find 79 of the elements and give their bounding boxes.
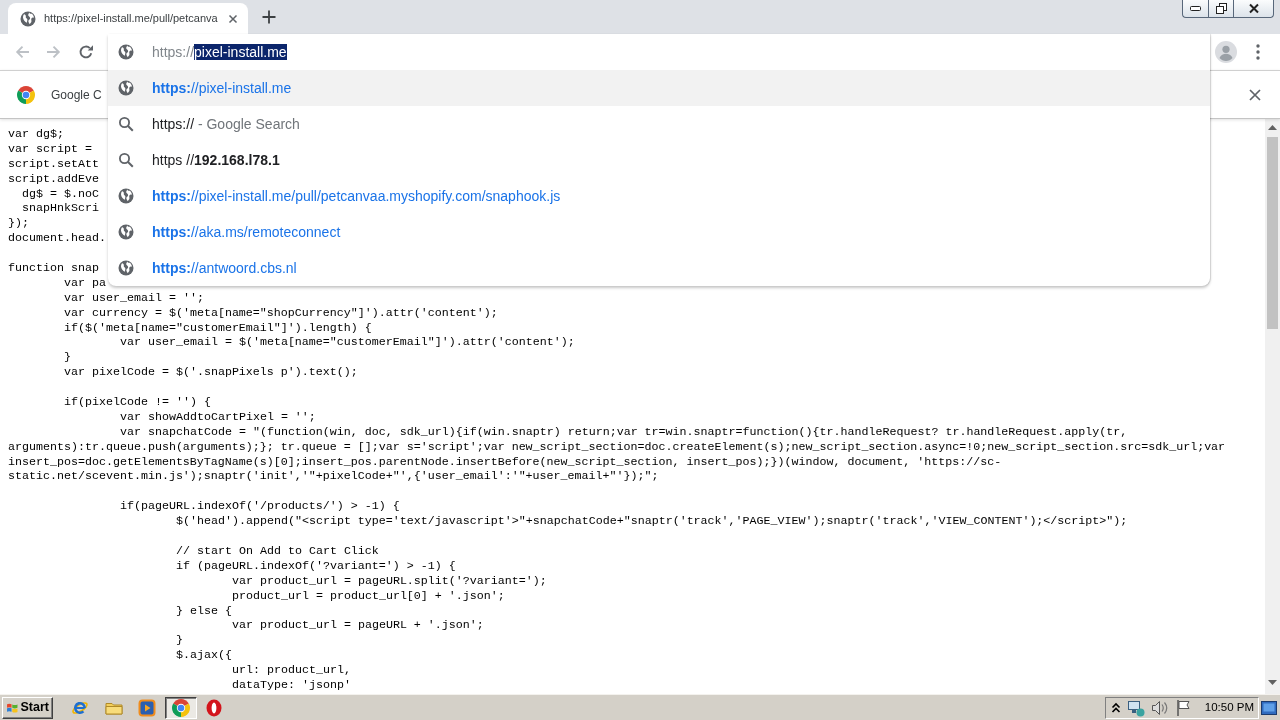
o-logo-icon	[205, 698, 223, 717]
suggestion-item[interactable]: https //192.168.l78.1	[108, 142, 1210, 178]
scrollbar-thumb[interactable]	[1267, 137, 1278, 329]
code-line: if(pixelCode != '') {	[64, 395, 211, 410]
code-line: var user_email = '';	[64, 290, 204, 305]
minimize-icon	[1190, 6, 1201, 11]
suggestion-item[interactable]: https:// - Google Search	[108, 106, 1210, 142]
clock-text: 10:50 PM	[1204, 699, 1254, 715]
code-line: var product_url = pageURL.split('?variant=');	[232, 573, 547, 588]
code-line: }	[64, 350, 71, 365]
code-line: script.setAtt	[8, 156, 99, 171]
code-line: dataType: 'jsonp'	[232, 677, 351, 692]
code-line: if($('meta[name="customerEmail"]').length) {	[64, 320, 372, 335]
browser-tab[interactable]: https://pixel-install.me/pull/petcanva	[8, 3, 248, 34]
browser-logo-icon	[17, 85, 35, 104]
infobar-text: Google C	[51, 86, 102, 104]
menu-icon[interactable]	[1256, 44, 1260, 60]
search-icon	[118, 116, 134, 132]
code-line: insert_pos=doc.getElementsByTagName(s)[0];insert_pos.parentNode.insertBefore(new_script_section, insert_pos);})(window, document, 'https://sc-	[8, 454, 1002, 469]
code-line: var product_url = pageURL + '.json';	[232, 618, 484, 633]
globe-icon	[20, 10, 36, 27]
code-line: static.net/scevent.min.js');snaptr('init','"+pixelCode+"',{'user_email':'"+user_email+"'});";	[8, 469, 659, 484]
restore-button[interactable]	[1208, 0, 1233, 18]
close-icon	[1247, 3, 1260, 14]
code-line: var pixelCode = $('.snapPixels p').text();	[64, 365, 358, 380]
code-line: var dg$;	[8, 127, 64, 141]
start-button[interactable]: Start	[2, 696, 53, 719]
suggestion-item[interactable]: https://pixel-install.me/pull/petcanvaa.myshopify.com/snaphook.js	[108, 178, 1210, 214]
code-line: var user_email = $('meta[name="customerEmail"]').attr('content');	[120, 335, 575, 350]
code-line: var pa	[64, 275, 106, 290]
code-line: arguments):tr.queue.push(arguments);}; tr.queue = [];var s='script';var new_script_section=doc.createElement(s);new_script_section.async=!0;new_script_section.src=sdk_url;var	[8, 439, 1226, 454]
globe-icon	[118, 80, 134, 96]
avatar-icon[interactable]	[1215, 41, 1237, 63]
up-arrow-icon[interactable]	[1268, 125, 1277, 130]
code-line: });	[8, 216, 29, 231]
close-icon[interactable]	[228, 13, 238, 24]
globe-icon	[118, 44, 134, 60]
speaker-icon[interactable]	[1150, 698, 1169, 717]
flag-icon[interactable]	[1174, 698, 1191, 717]
code-line: product_url = product_url[0] + '.json';	[232, 588, 505, 603]
code-line: var script =	[8, 141, 92, 156]
down-arrow-icon[interactable]	[1268, 680, 1277, 685]
globe-icon	[118, 188, 134, 204]
code-line: if(pageURL.indexOf('/products/') > -1) {	[120, 499, 400, 514]
code-line: var snapchatCode = "(function(win, doc, sdk_url){if(win.snaptr) return;var tr=win.snaptr=function(){tr.handleRequest? tr.handleRequest.apply(tr,	[120, 424, 1128, 439]
close-button[interactable]	[1233, 0, 1274, 18]
scrollbar[interactable]	[1265, 119, 1280, 694]
suggestion-item[interactable]: https://aka.ms/remoteconnect	[108, 214, 1210, 250]
restore-icon	[1215, 3, 1227, 14]
globe-icon	[118, 260, 134, 276]
code-line: // start On Add to Cart Click	[176, 543, 379, 558]
chevron-up-icon[interactable]	[1110, 701, 1121, 714]
code-line: if (pageURL.indexOf('?variant=') > -1) {	[176, 558, 456, 573]
globe-icon	[118, 224, 134, 240]
code-line: $('head').append("<script type='text/javascript'>"+snapchatCode+"snaptr('track','PAGE_VIEW');snaptr('track','VIEW_CONTENT');</script>");	[176, 514, 1128, 529]
code-line: function snap	[8, 261, 99, 275]
code-line: document.head.	[8, 231, 106, 246]
network-icon[interactable]	[1126, 698, 1145, 717]
taskbar-button[interactable]	[164, 696, 197, 719]
code-line: snapHnkScri	[22, 201, 99, 216]
code-line: } else {	[176, 603, 232, 618]
code-line: $.ajax({	[176, 648, 232, 663]
reload-icon[interactable]	[78, 44, 94, 60]
close-icon[interactable]	[1249, 88, 1261, 101]
browser-logo-icon	[171, 698, 190, 717]
suggestion-item[interactable]: https://pixel-install.me	[108, 70, 1210, 106]
address-field[interactable]: https://pixel-install.me	[108, 34, 1210, 70]
code-line: script.addEve	[8, 171, 99, 186]
code-line: var showAddtoCartPixel = '';	[120, 409, 316, 424]
play-icon	[138, 698, 156, 717]
code-line: dg$ = $.noC	[22, 186, 99, 201]
suggestion-item[interactable]: https://antwoord.cbs.nl	[108, 250, 1210, 286]
code-line: }	[176, 633, 183, 648]
minimize-button[interactable]	[1182, 0, 1208, 18]
code-line: url: product_url,	[232, 663, 351, 678]
plus-icon[interactable]	[262, 10, 276, 24]
show-desktop-icon[interactable]	[1261, 700, 1277, 715]
code-line: var currency = $('meta[name="shopCurrency"]').attr('content');	[64, 305, 498, 320]
search-icon	[118, 152, 134, 168]
